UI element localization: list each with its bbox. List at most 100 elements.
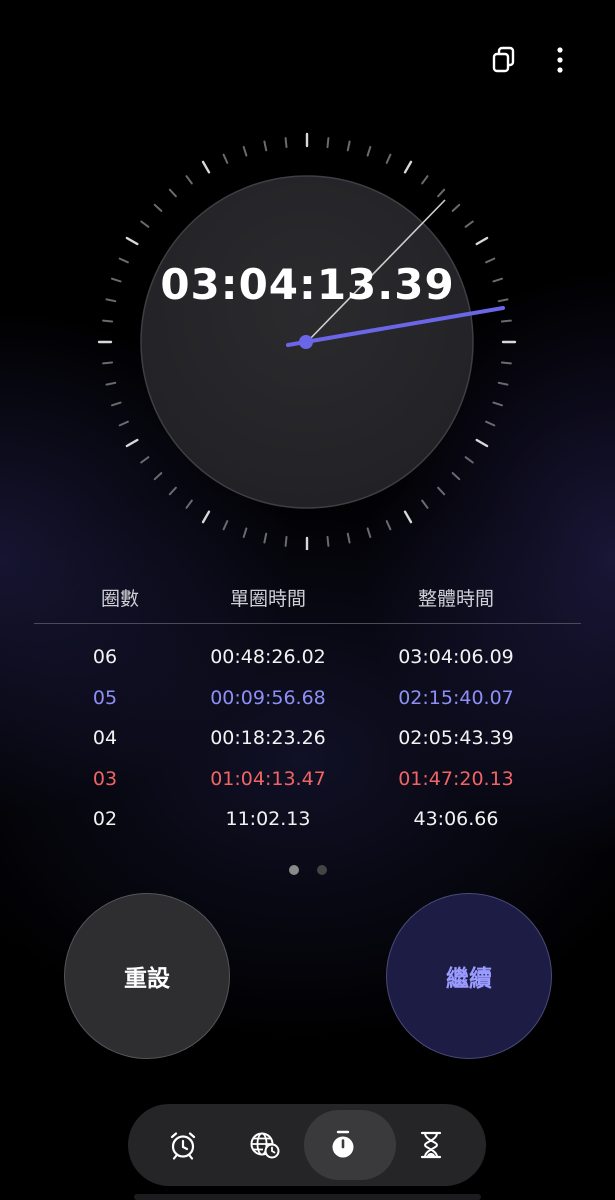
dial-tick	[475, 438, 489, 448]
dial-tick	[464, 220, 474, 228]
lap-split-time: 01:04:13.47	[210, 767, 326, 790]
lap-row: 04 00:18:23.26 02:05:43.39	[34, 721, 581, 762]
lap-total-time: 03:04:06.09	[398, 646, 514, 668]
nav-stopwatch[interactable]	[302, 1104, 396, 1186]
dial-tick	[263, 140, 268, 152]
world-clock-icon	[250, 1132, 280, 1159]
dial-tick	[437, 486, 446, 496]
dial-tick	[111, 401, 122, 407]
dial-tick	[105, 381, 117, 386]
dial-tick	[222, 520, 229, 531]
dial-tick	[492, 401, 503, 407]
more-options-icon[interactable]	[545, 44, 575, 76]
home-indicator	[134, 1194, 481, 1200]
lap-number: 04	[92, 727, 118, 749]
timer-icon	[420, 1131, 442, 1159]
lap-number: 02	[92, 808, 118, 830]
dial-tick	[102, 319, 114, 323]
dial-tick	[284, 137, 288, 149]
dial-tick	[500, 361, 512, 365]
dial-tick	[464, 456, 474, 464]
dial-tick	[140, 456, 150, 464]
stopwatch-icon	[332, 1130, 354, 1158]
dial-tick	[242, 527, 248, 538]
dial-tick	[284, 535, 288, 547]
dial-tick	[385, 153, 392, 164]
dial-tick	[451, 203, 461, 212]
dial-tick	[125, 438, 139, 448]
dial-tick	[102, 361, 114, 365]
dial-tick	[437, 188, 446, 198]
dial-tick	[201, 160, 211, 174]
dial-tick	[366, 527, 372, 538]
dial-tick	[403, 160, 413, 174]
dial-tick	[475, 236, 489, 246]
lap-row-fastest: 05 00:09:56.68 02:15:40.07	[34, 681, 581, 722]
dial-tick	[185, 499, 193, 509]
lap-number: 03	[92, 767, 118, 790]
bottom-navigation	[128, 1104, 486, 1186]
dial-tick	[326, 137, 330, 149]
dial-tick	[421, 175, 429, 185]
lap-row: 06 00:48:26.02 03:04:06.09	[34, 640, 581, 681]
dial-tick	[497, 381, 509, 386]
stopwatch-dial	[97, 132, 517, 550]
header-divider	[34, 623, 581, 624]
lap-split-time: 00:48:26.02	[210, 646, 326, 668]
page-indicator	[0, 865, 615, 875]
lap-row: 02 11:02.13 43:06.66	[34, 802, 581, 843]
multi-window-icon[interactable]	[489, 44, 519, 76]
dial-tick	[385, 520, 392, 531]
lap-total-time: 02:05:43.39	[398, 727, 514, 749]
dial-tick	[185, 175, 193, 185]
dial-tick	[140, 220, 150, 228]
dial-tick	[451, 472, 461, 481]
alarm-icon	[170, 1132, 196, 1160]
dial-tick	[263, 532, 268, 544]
dial-tick	[201, 510, 211, 524]
reset-button[interactable]: 重設	[64, 893, 230, 1059]
header-split-time: 單圈時間	[229, 588, 307, 610]
dial-tick	[118, 420, 129, 427]
dial-tick	[366, 146, 372, 157]
page-dot[interactable]	[316, 865, 327, 875]
header-total-time: 整體時間	[417, 588, 495, 610]
lap-split-time: 11:02.13	[225, 808, 311, 830]
reset-button-label: 重設	[124, 966, 170, 992]
dial-tick	[153, 203, 163, 212]
dial-tick	[222, 153, 229, 164]
dial-tick	[242, 146, 248, 157]
nav-alarm[interactable]	[142, 1104, 224, 1186]
dial-tick	[346, 140, 351, 152]
lap-split-time: 00:18:23.26	[210, 727, 326, 749]
dial-tick	[403, 510, 413, 524]
dial-tick	[500, 319, 512, 323]
stopwatch-screen: 03:04:13.39 圈數 單圈時間 整體時間 06 00:48:26.02 …	[0, 0, 615, 1200]
lap-row-slowest: 03 01:04:13.47 01:47:20.13	[34, 762, 581, 803]
lap-number: 05	[92, 686, 118, 709]
lap-split-time: 00:09:56.68	[210, 686, 326, 709]
page-dot-active[interactable]	[288, 865, 299, 875]
dial-tick	[346, 532, 351, 544]
dial-tick	[168, 188, 177, 198]
header-lap: 圈數	[100, 588, 140, 610]
lap-number: 06	[92, 646, 118, 668]
dial-tick	[326, 535, 330, 547]
lap-total-time: 01:47:20.13	[398, 767, 514, 790]
dial-tick	[485, 420, 496, 427]
elapsed-time: 03:04:13.39	[160, 260, 455, 309]
dial-tick	[125, 236, 139, 246]
top-actions	[489, 44, 575, 76]
resume-button-label: 繼續	[446, 966, 492, 992]
lap-total-time: 43:06.66	[413, 808, 499, 830]
hand-pivot	[299, 335, 313, 349]
resume-button[interactable]: 繼續	[386, 893, 552, 1059]
lap-total-time: 02:15:40.07	[398, 686, 514, 709]
lap-list[interactable]: 06 00:48:26.02 03:04:06.09 05 00:09:56.6…	[34, 640, 581, 843]
dial-tick	[421, 499, 429, 509]
lap-table-header: 圈數 單圈時間 整體時間	[34, 584, 581, 614]
dial-tick	[168, 486, 177, 496]
nav-world-clock[interactable]	[224, 1104, 306, 1186]
dial-tick	[153, 472, 163, 481]
nav-timer[interactable]	[390, 1104, 472, 1186]
